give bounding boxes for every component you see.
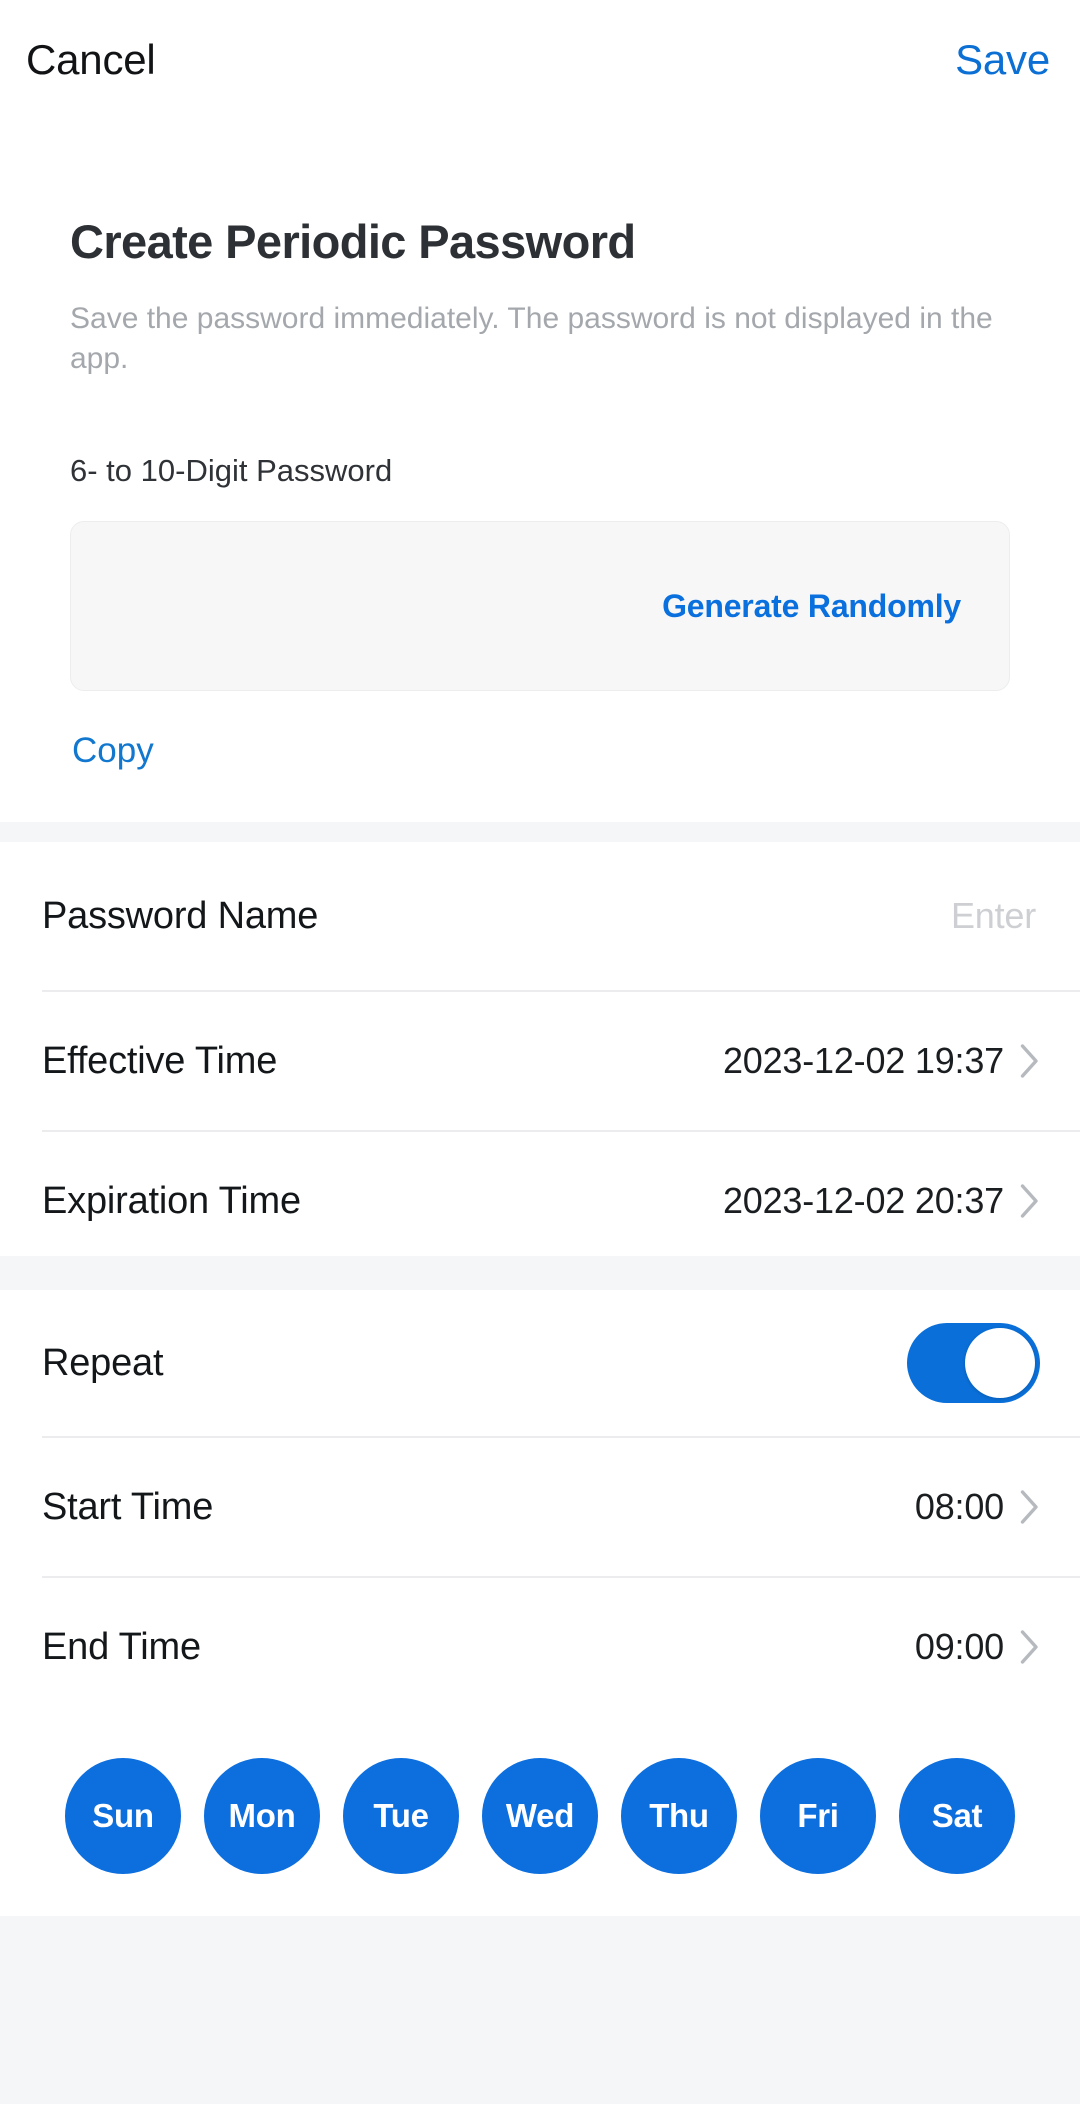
page-title: Create Periodic Password <box>70 215 636 268</box>
row-value-group: 2023-12-02 19:37 <box>723 1043 1040 1079</box>
chevron-right-icon <box>1020 1184 1040 1218</box>
header-card: Create Periodic Password Save the passwo… <box>0 112 1080 822</box>
row-repeat[interactable]: Repeat <box>0 1290 1080 1436</box>
cancel-button[interactable]: Cancel <box>26 31 156 81</box>
row-expiration-time[interactable]: Expiration Time 2023-12-02 20:37 <box>0 1132 1080 1270</box>
details-section: Password Name Enter Effective Time 2023-… <box>0 842 1080 1270</box>
start-time-value: 08:00 <box>914 1486 1004 1527</box>
chevron-right-icon <box>1020 1044 1040 1078</box>
row-value-group: 2023-12-02 20:37 <box>723 1183 1040 1219</box>
effective-time-value: 2023-12-02 19:37 <box>722 1040 1004 1081</box>
generate-randomly-button[interactable]: Generate Randomly <box>662 588 961 625</box>
weekday-chip-tue[interactable]: Tue <box>343 1758 459 1874</box>
row-label: Expiration Time <box>42 1180 301 1222</box>
row-label: Password Name <box>42 895 319 937</box>
row-label: End Time <box>42 1626 201 1668</box>
section-gap-2 <box>0 1256 1080 1290</box>
page-description: Save the password immediately. The passw… <box>70 302 993 376</box>
weekday-chip-wed[interactable]: Wed <box>482 1758 598 1874</box>
navigation-bar: Cancel Save <box>0 0 1080 112</box>
row-label: Start Time <box>42 1486 214 1528</box>
row-end-time[interactable]: End Time 09:00 <box>0 1578 1080 1716</box>
create-periodic-password-screen: Cancel Save Create Periodic Password Sav… <box>0 0 1080 2104</box>
chevron-right-icon <box>1020 1630 1040 1664</box>
row-value-group <box>907 1323 1040 1403</box>
copy-button[interactable]: Copy <box>70 691 154 768</box>
section-gap-1 <box>0 822 1080 842</box>
repeat-section: Repeat Start Time 08:00 End Time 09:00 S… <box>0 1290 1080 1916</box>
weekday-selector: Sun Mon Tue Wed Thu Fri Sat <box>0 1716 1080 1916</box>
save-button[interactable]: Save <box>955 31 1054 81</box>
row-value-group: Enter <box>951 898 1040 934</box>
weekday-chip-fri[interactable]: Fri <box>760 1758 876 1874</box>
row-value-group: 09:00 <box>915 1629 1040 1665</box>
weekday-chip-thu[interactable]: Thu <box>621 1758 737 1874</box>
chevron-right-icon <box>1020 1490 1040 1524</box>
row-password-name[interactable]: Password Name Enter <box>0 842 1080 990</box>
password-field-label: 6- to 10-Digit Password <box>70 453 393 489</box>
toggle-knob <box>965 1328 1035 1398</box>
password-name-input[interactable]: Enter <box>951 898 1040 934</box>
expiration-time-value: 2023-12-02 20:37 <box>722 1180 1004 1221</box>
repeat-toggle[interactable] <box>907 1323 1040 1403</box>
weekday-chip-mon[interactable]: Mon <box>204 1758 320 1874</box>
password-input-container[interactable]: Generate Randomly <box>70 521 1010 692</box>
row-label: Effective Time <box>42 1040 278 1082</box>
row-label: Repeat <box>42 1342 164 1384</box>
end-time-value: 09:00 <box>914 1626 1004 1667</box>
row-value-group: 08:00 <box>915 1489 1040 1525</box>
weekday-chip-sun[interactable]: Sun <box>65 1758 181 1874</box>
row-start-time[interactable]: Start Time 08:00 <box>0 1438 1080 1576</box>
row-effective-time[interactable]: Effective Time 2023-12-02 19:37 <box>0 992 1080 1130</box>
weekday-chip-sat[interactable]: Sat <box>899 1758 1015 1874</box>
